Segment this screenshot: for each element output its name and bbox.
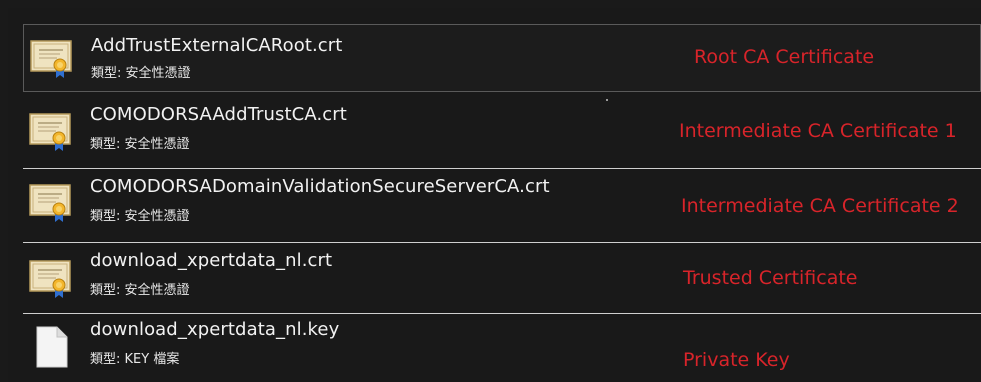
annotation-label: Intermediate CA Certificate 1 [679,120,957,142]
file-list: AddTrustExternalCARoot.crt 類型: 安全性憑證 Roo… [23,24,981,382]
file-item[interactable]: COMODORSADomainValidationSecureServerCA.… [23,169,981,243]
file-name: AddTrustExternalCARoot.crt [91,35,343,56]
file-item[interactable]: download_xpertdata_nl.crt 類型: 安全性憑證 Trus… [23,243,981,314]
certificate-icon [30,40,72,78]
file-name: COMODORSAAddTrustCA.crt [90,104,347,125]
file-type: 類型: KEY 檔案 [90,352,180,367]
file-name: download_xpertdata_nl.key [90,319,340,340]
annotation-label: Trusted Certificate [683,267,858,289]
file-name: download_xpertdata_nl.crt [90,250,333,271]
file-type: 類型: 安全性憑證 [90,137,190,152]
annotation-label: Private Key [683,349,790,371]
annotation-label: Intermediate CA Certificate 2 [681,195,959,217]
certificate-icon [29,113,71,151]
blank-file-icon [36,326,68,368]
file-explorer-window: AddTrustExternalCARoot.crt 類型: 安全性憑證 Roo… [8,8,981,382]
file-item[interactable]: AddTrustExternalCARoot.crt 類型: 安全性憑證 Roo… [23,24,981,92]
file-type: 類型: 安全性憑證 [90,283,190,298]
certificate-icon [29,184,71,222]
certificate-icon [29,260,71,298]
file-type: 類型: 安全性憑證 [91,66,191,81]
cursor-dot [606,99,608,101]
file-item[interactable]: COMODORSAAddTrustCA.crt 類型: 安全性憑證 Interm… [23,96,981,169]
file-name: COMODORSADomainValidationSecureServerCA.… [90,176,550,197]
file-type: 類型: 安全性憑證 [90,209,190,224]
annotation-label: Root CA Certificate [694,46,875,68]
file-item[interactable]: download_xpertdata_nl.key 類型: KEY 檔案 Pri… [23,314,981,382]
